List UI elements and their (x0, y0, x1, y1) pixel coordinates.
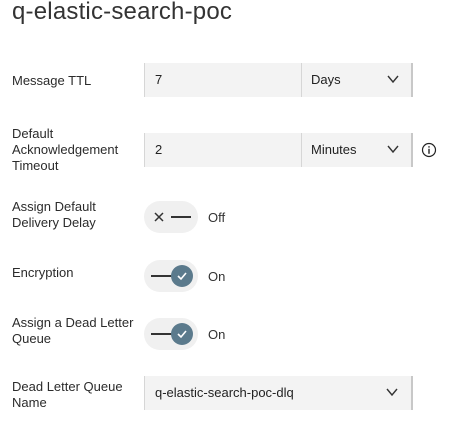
message-ttl-field: 7 Days (144, 63, 413, 97)
info-icon[interactable] (421, 142, 437, 158)
chevron-down-icon[interactable] (385, 71, 401, 87)
ack-timeout-input[interactable]: 2 (155, 142, 162, 157)
dead-letter-state: On (208, 327, 226, 342)
queue-settings-panel: q-elastic-search-poc Message TTL 7 Days … (0, 0, 474, 436)
field-right-border (411, 133, 413, 167)
message-ttl-unit-value: Days (311, 72, 341, 87)
ack-timeout-label: Default Acknowledgement Timeout (12, 126, 119, 173)
delivery-delay-state: Off (208, 210, 226, 225)
toggle-knob (148, 206, 170, 228)
page-title: q-elastic-search-poc (12, 0, 233, 25)
chevron-down-icon[interactable] (385, 141, 401, 157)
close-icon (154, 212, 164, 222)
toggle-knob (171, 323, 193, 345)
toggle-track (171, 216, 191, 218)
ack-timeout-field: 2 Minutes (144, 133, 413, 167)
dlq-name-select[interactable]: q-elastic-search-poc-dlq (144, 376, 413, 410)
dlq-name-label: Dead Letter Queue Name (12, 379, 123, 410)
toggle-knob (171, 265, 193, 287)
checkmark-icon (177, 272, 187, 281)
ack-timeout-unit-select[interactable]: Minutes (301, 133, 414, 167)
message-ttl-label: Message TTL (12, 73, 92, 88)
message-ttl-input[interactable]: 7 (155, 72, 162, 87)
delivery-delay-toggle[interactable] (144, 201, 198, 233)
encryption-toggle[interactable] (144, 260, 198, 292)
dlq-name-value: q-elastic-search-poc-dlq (155, 385, 294, 400)
ack-timeout-unit-value: Minutes (311, 142, 357, 157)
encryption-label: Encryption (12, 265, 74, 280)
field-right-border (411, 376, 413, 410)
checkmark-icon (177, 330, 187, 339)
chevron-down-icon[interactable] (384, 384, 400, 400)
toggle-track (151, 333, 173, 335)
dead-letter-label: Assign a Dead Letter Queue (12, 315, 134, 346)
toggle-track (151, 275, 173, 277)
delivery-delay-label: Assign Default Delivery Delay (12, 199, 96, 230)
encryption-state: On (208, 269, 226, 284)
field-right-border (411, 63, 413, 97)
message-ttl-unit-select[interactable]: Days (301, 63, 414, 97)
dead-letter-toggle[interactable] (144, 318, 198, 350)
